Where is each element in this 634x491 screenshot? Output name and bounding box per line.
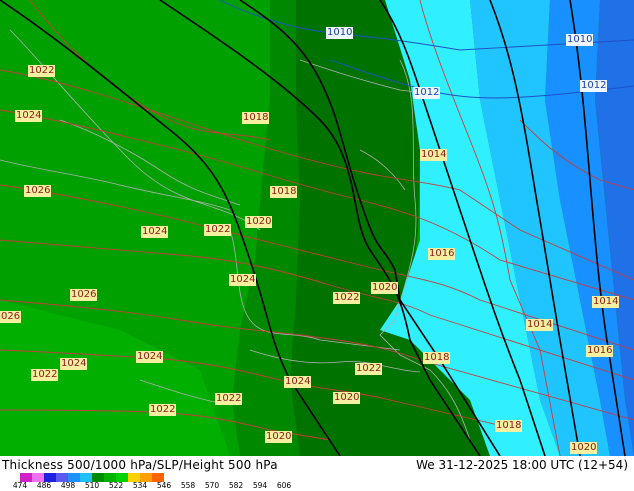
forecast-timestamp: We 31-12-2025 18:00 UTC (12+54) bbox=[416, 458, 628, 472]
colorbar-tick-label: 534 bbox=[132, 481, 148, 490]
isobar-label: 1020 bbox=[265, 431, 293, 443]
isobar-label: 1012 bbox=[580, 80, 608, 92]
isobar-label: 1026 bbox=[24, 185, 52, 197]
isobar-label: 1022 bbox=[204, 224, 232, 236]
isobar-label: 1020 bbox=[570, 442, 598, 454]
isobar-label: 1022 bbox=[149, 404, 177, 416]
isobar-label: 1024 bbox=[136, 351, 164, 363]
isobar-label: 1018 bbox=[270, 186, 298, 198]
map-footer: Thickness 500/1000 hPa/SLP/Height 500 hP… bbox=[0, 456, 634, 490]
isobar-label: 1022 bbox=[215, 393, 243, 405]
map-caption: Thickness 500/1000 hPa/SLP/Height 500 hP… bbox=[2, 458, 278, 472]
isobar-label: 1010 bbox=[326, 27, 354, 39]
colorbar-tick-label: 510 bbox=[84, 481, 100, 490]
colorbar-tick-label: 582 bbox=[228, 481, 244, 490]
colorbar-tick-label: 498 bbox=[60, 481, 76, 490]
isobar-label: 1018 bbox=[242, 112, 270, 124]
isobar-label: 1022 bbox=[333, 292, 361, 304]
colorbar-tick-label: 546 bbox=[156, 481, 172, 490]
colorbar-tick-label: 606 bbox=[276, 481, 292, 490]
isobar-label: 1016 bbox=[428, 248, 456, 260]
map-canvas bbox=[0, 0, 634, 456]
isobar-label: 1012 bbox=[413, 87, 441, 99]
isobar-label: 1026 bbox=[70, 289, 98, 301]
colorbar-tick-label: 474 bbox=[12, 481, 28, 490]
isobar-label: 1014 bbox=[420, 149, 448, 161]
isobar-label: 1020 bbox=[333, 392, 361, 404]
isobar-label: 1018 bbox=[495, 420, 523, 432]
isobar-label: 1024 bbox=[284, 376, 312, 388]
isobar-label: 1018 bbox=[423, 352, 451, 364]
isobar-label: 1024 bbox=[141, 226, 169, 238]
isobar-label: 1010 bbox=[566, 34, 594, 46]
isobar-label: 026 bbox=[0, 311, 22, 323]
isobar-label: 1016 bbox=[586, 345, 614, 357]
isobar-label: 1014 bbox=[526, 319, 554, 331]
isobar-label: 1020 bbox=[371, 282, 399, 294]
isobar-label: 1024 bbox=[229, 274, 257, 286]
isobar-label: 1020 bbox=[245, 216, 273, 228]
colorbar-tick-label: 594 bbox=[252, 481, 268, 490]
isobar-label: 1024 bbox=[60, 358, 88, 370]
isobar-label: 1022 bbox=[31, 369, 59, 381]
colorbar-tick-label: 570 bbox=[204, 481, 220, 490]
colorbar-tick-label: 558 bbox=[180, 481, 196, 490]
colorbar-tick-label: 522 bbox=[108, 481, 124, 490]
isobar-label: 1022 bbox=[355, 363, 383, 375]
isobar-label: 1014 bbox=[592, 296, 620, 308]
isobar-label: 1022 bbox=[28, 65, 56, 77]
colorbar-tick-label: 486 bbox=[36, 481, 52, 490]
isobar-label: 1024 bbox=[15, 110, 43, 122]
weather-map: 1010 1010 1012 1012 1022 1024 1018 1014 1026 1018… bbox=[0, 0, 634, 456]
